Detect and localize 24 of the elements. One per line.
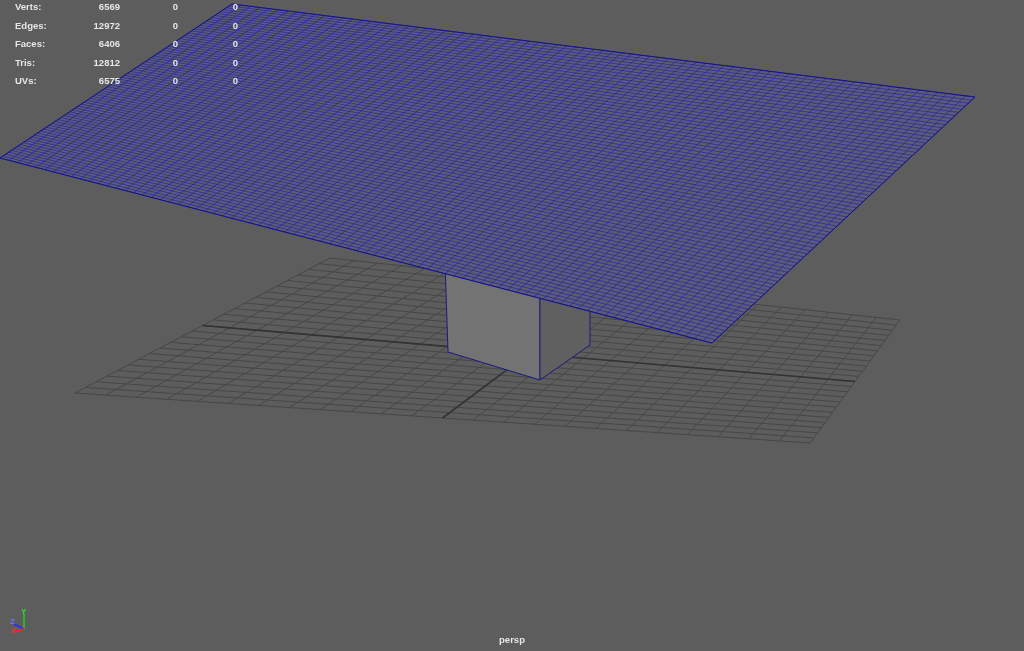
stat-value: 0 xyxy=(171,74,178,88)
stat-value: 0 xyxy=(231,74,238,88)
stat-value: 0 xyxy=(171,55,178,70)
stat-value: 6575 xyxy=(97,74,120,88)
stat-label: Faces: xyxy=(15,37,47,51)
stat-value: 6406 xyxy=(97,37,120,51)
axis-label: Y xyxy=(21,607,27,616)
stat-value: 0 xyxy=(171,0,178,14)
stat-value: 0 xyxy=(231,55,238,70)
stat-value: 0 xyxy=(171,37,178,51)
stat-value: 12972 xyxy=(92,18,120,33)
axis-label: X xyxy=(11,626,17,635)
stat-value: 6569 xyxy=(97,0,120,14)
stat-label: Edges: xyxy=(15,18,48,33)
stat-value: 0 xyxy=(231,18,238,33)
stat-label: Tris: xyxy=(15,55,37,70)
camera-name-label: persp xyxy=(499,634,525,645)
stat-value: 12812 xyxy=(92,55,120,70)
stat-value: 0 xyxy=(231,37,238,51)
axis-label: Z xyxy=(10,617,15,626)
stat-value: 0 xyxy=(231,0,238,14)
stat-label: UVs: xyxy=(15,74,38,88)
stat-value: 0 xyxy=(171,18,178,33)
stat-label: Verts: xyxy=(15,0,43,14)
